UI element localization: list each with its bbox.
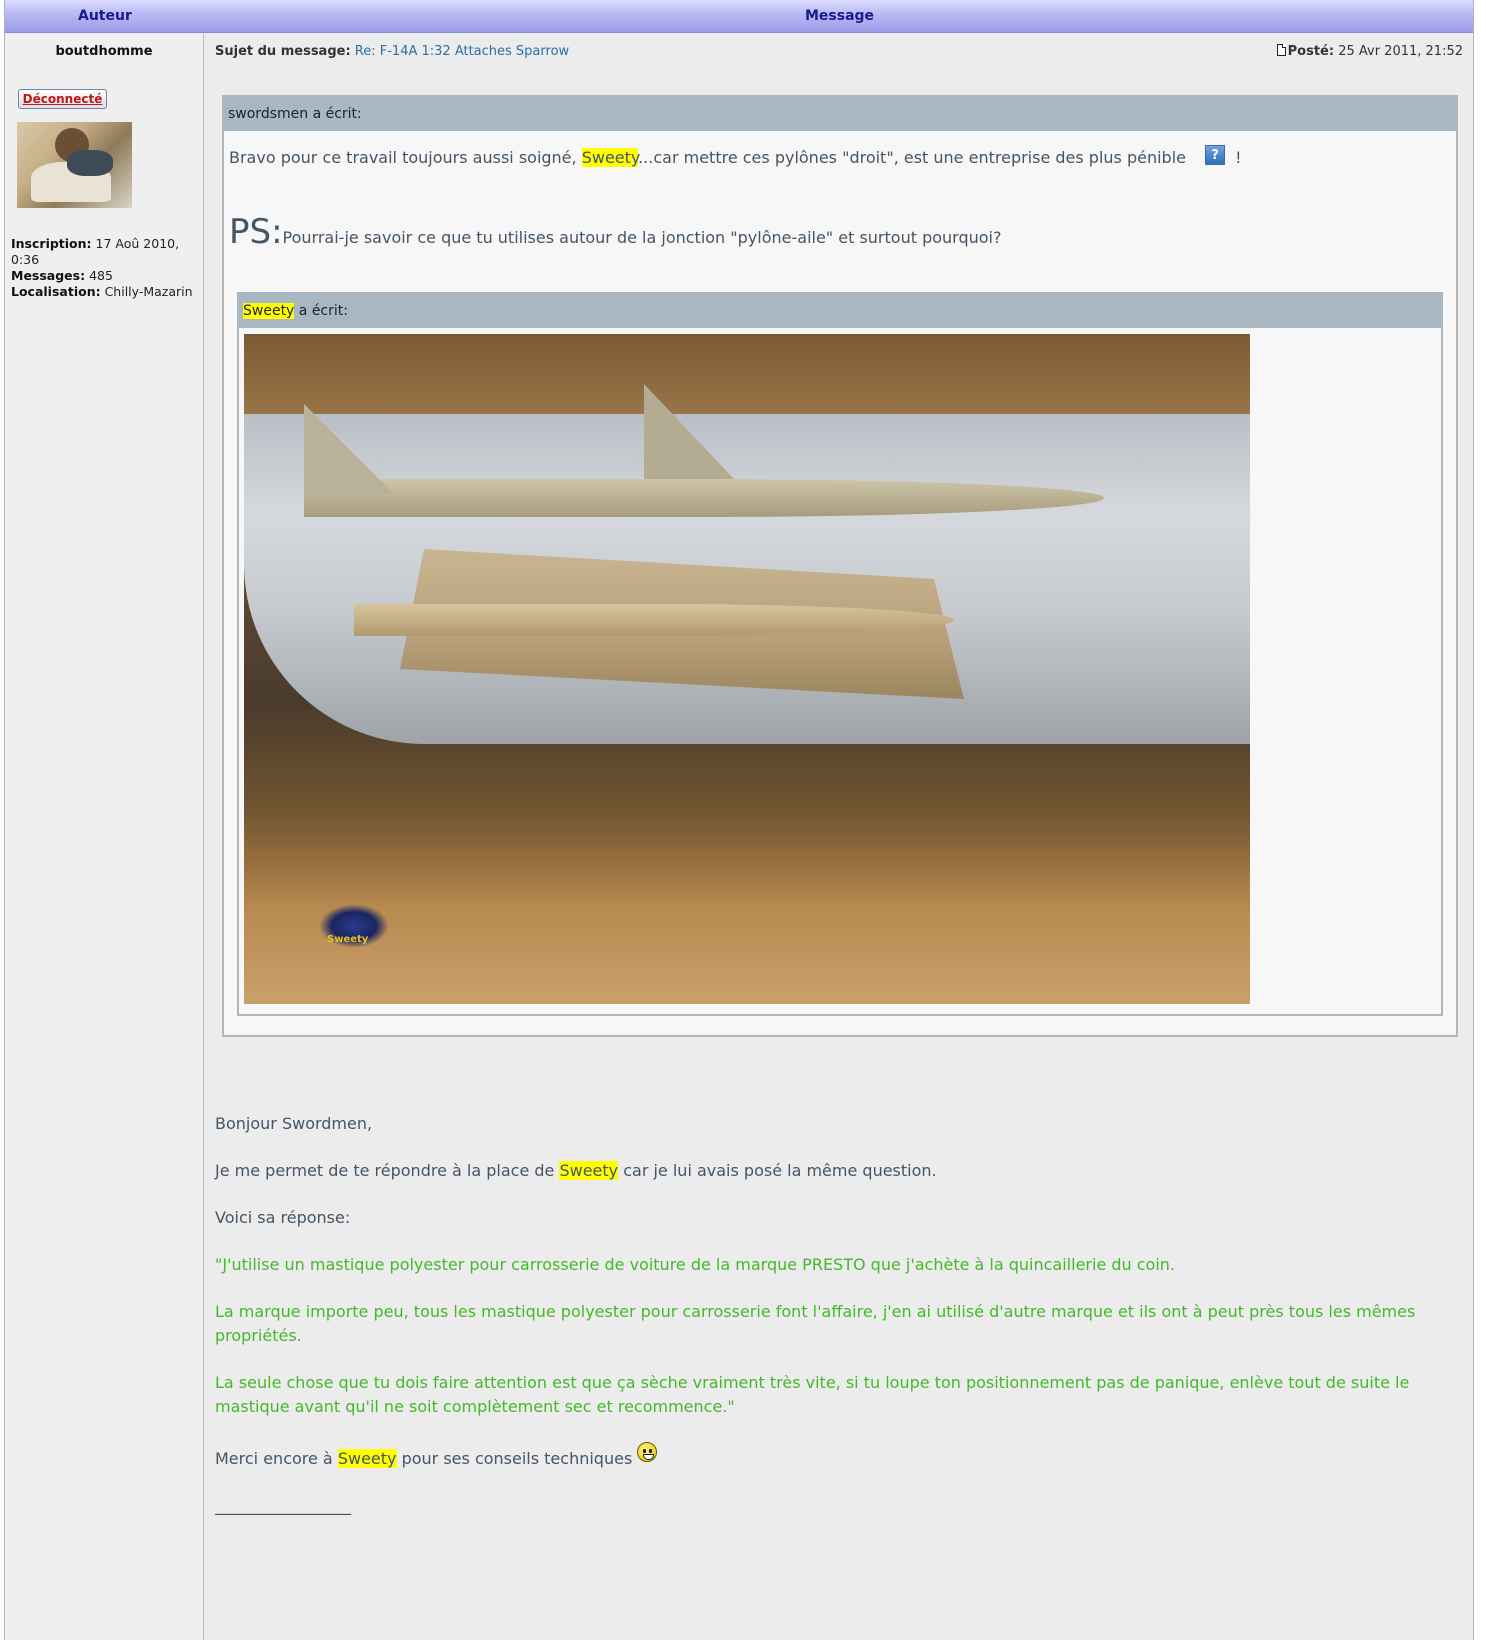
outer-quote: swordsmen a écrit: Bravo pour ce travail… xyxy=(222,95,1458,1037)
quoted-answer-3: La seule chose que tu dois faire attenti… xyxy=(215,1373,1410,1416)
reply-text-segment: pour ses conseils techniques xyxy=(396,1449,638,1468)
reply-body: Bonjour Swordmen, Je me permet de te rép… xyxy=(215,1112,1465,1518)
highlight-sweety: Sweety xyxy=(243,303,295,319)
avatar-shape xyxy=(67,150,113,176)
highlight-sweety: Sweety xyxy=(581,148,639,167)
photo-lower-missile xyxy=(354,604,954,636)
post-subject: Sujet du message: Re: F-14A 1:32 Attache… xyxy=(215,44,569,59)
reply-text-segment: Je me permet de te répondre à la place d… xyxy=(215,1161,560,1180)
quote-text-segment: Bravo pour ce travail toujours aussi soi… xyxy=(229,148,582,167)
posted-value: 25 Avr 2011, 21:52 xyxy=(1338,44,1463,59)
inner-quote-author-suffix: a écrit: xyxy=(294,303,348,319)
author-panel: boutdhomme Déconnecté Inscription: 17 Ao… xyxy=(5,33,203,1640)
quote-text-segment: ...car mettre ces pylônes "droit", est u… xyxy=(638,148,1186,167)
quoted-answer-1: "J'utilise un mastique polyester pour ca… xyxy=(215,1255,1176,1274)
help-icon: ? xyxy=(1205,145,1226,165)
offline-status-button[interactable]: Déconnecté xyxy=(18,89,107,109)
reply-line: Voici sa réponse: xyxy=(215,1208,351,1227)
subject-link[interactable]: Re: F-14A 1:32 Attaches Sparrow xyxy=(355,44,569,59)
inner-quote-header: Sweety a écrit: xyxy=(239,294,1441,328)
reply-greeting: Bonjour Swordmen, xyxy=(215,1114,373,1133)
highlight-sweety: Sweety xyxy=(559,1161,619,1180)
reply-text-segment: Merci encore à xyxy=(215,1449,338,1468)
column-divider xyxy=(203,33,204,1640)
highlight-sweety: Sweety xyxy=(337,1449,397,1468)
localisation-label: Localisation: xyxy=(11,284,101,299)
missile-photo[interactable]: Sweety xyxy=(244,334,1250,1004)
sweety-watermark-logo: Sweety xyxy=(319,904,389,948)
reply-line: Je me permet de te répondre à la place d… xyxy=(215,1159,1465,1183)
watermark-text: Sweety xyxy=(327,934,369,945)
author-profile: Inscription: 17 Aoû 2010, 0:36 Messages:… xyxy=(11,236,201,300)
signature-rule: _________________ xyxy=(215,1496,351,1515)
smiley-icon xyxy=(637,1442,658,1462)
quoted-answer-2: La marque importe peu, tous les mastique… xyxy=(215,1302,1416,1345)
author-name[interactable]: boutdhomme xyxy=(5,44,203,59)
avatar[interactable] xyxy=(17,122,132,208)
reply-text-segment: car je lui avais posé la même question. xyxy=(618,1161,937,1180)
posted-label: Posté: xyxy=(1287,44,1335,59)
inner-quote: Sweety a écrit: Sweety xyxy=(237,292,1443,1016)
reply-thanks: Merci encore à Sweety pour ses conseils … xyxy=(215,1442,1465,1471)
ps-text: Pourrai-je savoir ce que tu utilises aut… xyxy=(282,228,1002,247)
message-column-header: Message xyxy=(805,8,875,24)
localisation-value: Chilly-Mazarin xyxy=(104,284,193,299)
document-icon[interactable] xyxy=(1276,44,1286,56)
messages-value: 485 xyxy=(89,268,113,283)
post-date: Posté: 25 Avr 2011, 21:52 xyxy=(1276,44,1463,59)
inscription-label: Inscription: xyxy=(11,236,92,251)
ps-line: PS:Pourrai-je savoir ce que tu utilises … xyxy=(229,212,1001,252)
table-header: Auteur Message xyxy=(5,0,1473,33)
outer-quote-text: Bravo pour ce travail toujours aussi soi… xyxy=(229,145,1242,167)
photo-upper-missile xyxy=(304,479,1104,517)
outer-quote-header: swordsmen a écrit: xyxy=(224,97,1456,131)
author-column-header: Auteur xyxy=(78,8,132,24)
subject-label: Sujet du message: xyxy=(215,44,351,59)
photo-bench xyxy=(244,844,1250,1004)
exclamation: ! xyxy=(1235,148,1242,167)
messages-label: Messages: xyxy=(11,268,86,283)
post-frame: Auteur Message boutdhomme Déconnecté Ins… xyxy=(4,0,1474,1640)
ps-label: PS: xyxy=(229,212,283,252)
